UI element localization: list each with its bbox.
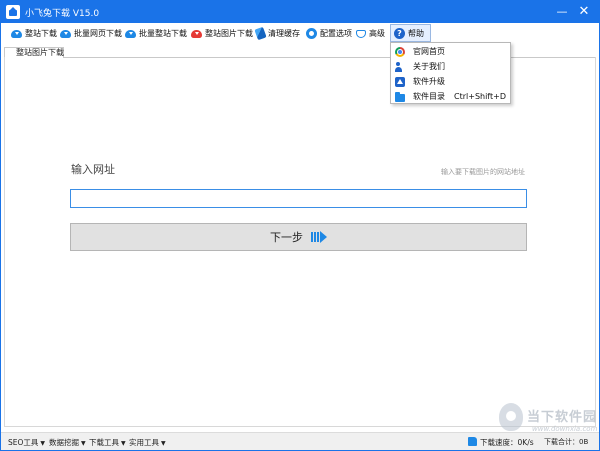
menu-item-upgrade[interactable]: 软件升级 (391, 74, 510, 89)
help-dropdown-menu: 官网首页 关于我们 软件升级 软件目录 Ctrl+Shift+D (390, 42, 511, 104)
broom-icon (254, 26, 267, 40)
gear-icon (306, 27, 317, 39)
toolbar-clear-cache[interactable]: 清理缓存 (254, 25, 300, 41)
cloud-download-red-icon (191, 30, 202, 38)
menu-item-label: 官网首页 (413, 47, 445, 56)
caret-down-icon: ▼ (40, 440, 46, 447)
toolbar-label: 整站图片下载 (205, 28, 253, 38)
toolbar-batch-site-download[interactable]: 批量整站下载 (125, 25, 187, 41)
url-input[interactable] (70, 189, 527, 208)
folder-icon (395, 91, 405, 102)
cloud-download-icon (125, 30, 136, 38)
toolbar-label: 整站下载 (25, 28, 57, 38)
status-bar: SEO工具 ▼ 数据挖掘 ▼ 下载工具 ▼ 实用工具 ▼ 下载速度：0K/s 下载合计：… (1, 432, 599, 450)
url-hint: 输入要下载图片的网站地址 (441, 168, 525, 176)
menu-item-software-directory[interactable]: 软件目录 Ctrl+Shift+D (391, 89, 510, 104)
help-icon: ? (394, 27, 405, 39)
download-total: 下载合计：0B (544, 438, 589, 446)
watermark-logo-icon (499, 403, 523, 431)
toolbar-label: 配置选项 (320, 28, 352, 38)
toolbar-label: 帮助 (408, 28, 424, 38)
statusbar-menu-label: 实用工具 (129, 438, 159, 447)
watermark: 当下软件园 www.downxia.com (499, 399, 599, 435)
statusbar-menu-seo-tools[interactable]: SEO工具 ▼ (8, 437, 45, 448)
menu-item-label: 软件升级 (413, 77, 445, 86)
menu-item-label: 软件目录 (413, 92, 445, 101)
menu-item-shortcut: Ctrl+Shift+D (454, 92, 506, 101)
toolbar-advanced[interactable]: 高级 (356, 25, 385, 41)
arrow-right-icon (311, 231, 327, 243)
menu-item-homepage[interactable]: 官网首页 (391, 44, 510, 59)
statusbar-menu-label: 下载工具 (89, 438, 119, 447)
toolbar-label: 批量网页下载 (74, 28, 122, 38)
next-step-label: 下一步 (270, 231, 303, 244)
statusbar-menu-download-tools[interactable]: 下载工具 ▼ (89, 437, 126, 448)
menu-item-label: 关于我们 (413, 62, 445, 71)
toolbar-label: 高级 (369, 28, 385, 38)
toolbar-settings[interactable]: 配置选项 (306, 25, 352, 41)
toolbar-site-download[interactable]: 整站下载 (11, 25, 57, 41)
title-bar[interactable]: 小飞兔下载 V15.0 — ✕ (1, 1, 599, 23)
diamond-icon (356, 29, 366, 38)
window-title: 小飞兔下载 V15.0 (25, 9, 100, 19)
caret-down-icon: ▼ (81, 440, 86, 447)
statusbar-menu-data-mining[interactable]: 数据挖掘 ▼ (49, 437, 86, 448)
close-button[interactable]: ✕ (575, 3, 593, 21)
statusbar-menu-utility-tools[interactable]: 实用工具 ▼ (129, 437, 166, 448)
caret-down-icon: ▼ (161, 440, 166, 447)
next-step-button[interactable]: 下一步 (70, 223, 527, 251)
toolbar-site-image-download[interactable]: 整站图片下载 (191, 25, 253, 41)
toolbar-label: 清理缓存 (268, 28, 300, 38)
url-label: 输入网址 (71, 163, 115, 176)
chrome-icon (395, 46, 405, 57)
thumbs-up-icon[interactable] (468, 437, 477, 446)
toolbar: 整站下载 批量网页下载 批量整站下载 整站图片下载 清理缓存 配置选项 高级 ? (1, 23, 599, 43)
toolbar-help[interactable]: ? 帮助 (390, 24, 431, 42)
watermark-title: 当下软件园 (527, 410, 598, 425)
app-window: 小飞兔下载 V15.0 — ✕ 整站下载 批量网页下载 批量整站下载 整站图片下… (0, 0, 600, 451)
users-icon (395, 61, 405, 72)
cloud-download-icon (60, 30, 71, 38)
upgrade-icon (395, 76, 405, 87)
download-speed: 下载速度：0K/s (480, 438, 534, 447)
statusbar-menu-label: 数据挖掘 (49, 438, 79, 447)
minimize-button[interactable]: — (553, 3, 571, 21)
app-logo-icon (6, 5, 20, 19)
toolbar-batch-page-download[interactable]: 批量网页下载 (60, 25, 122, 41)
cloud-download-icon (11, 30, 22, 38)
caret-down-icon: ▼ (121, 440, 126, 447)
statusbar-menu-label: SEO工具 (8, 438, 39, 447)
toolbar-label: 批量整站下载 (139, 28, 187, 38)
menu-item-about[interactable]: 关于我们 (391, 59, 510, 74)
